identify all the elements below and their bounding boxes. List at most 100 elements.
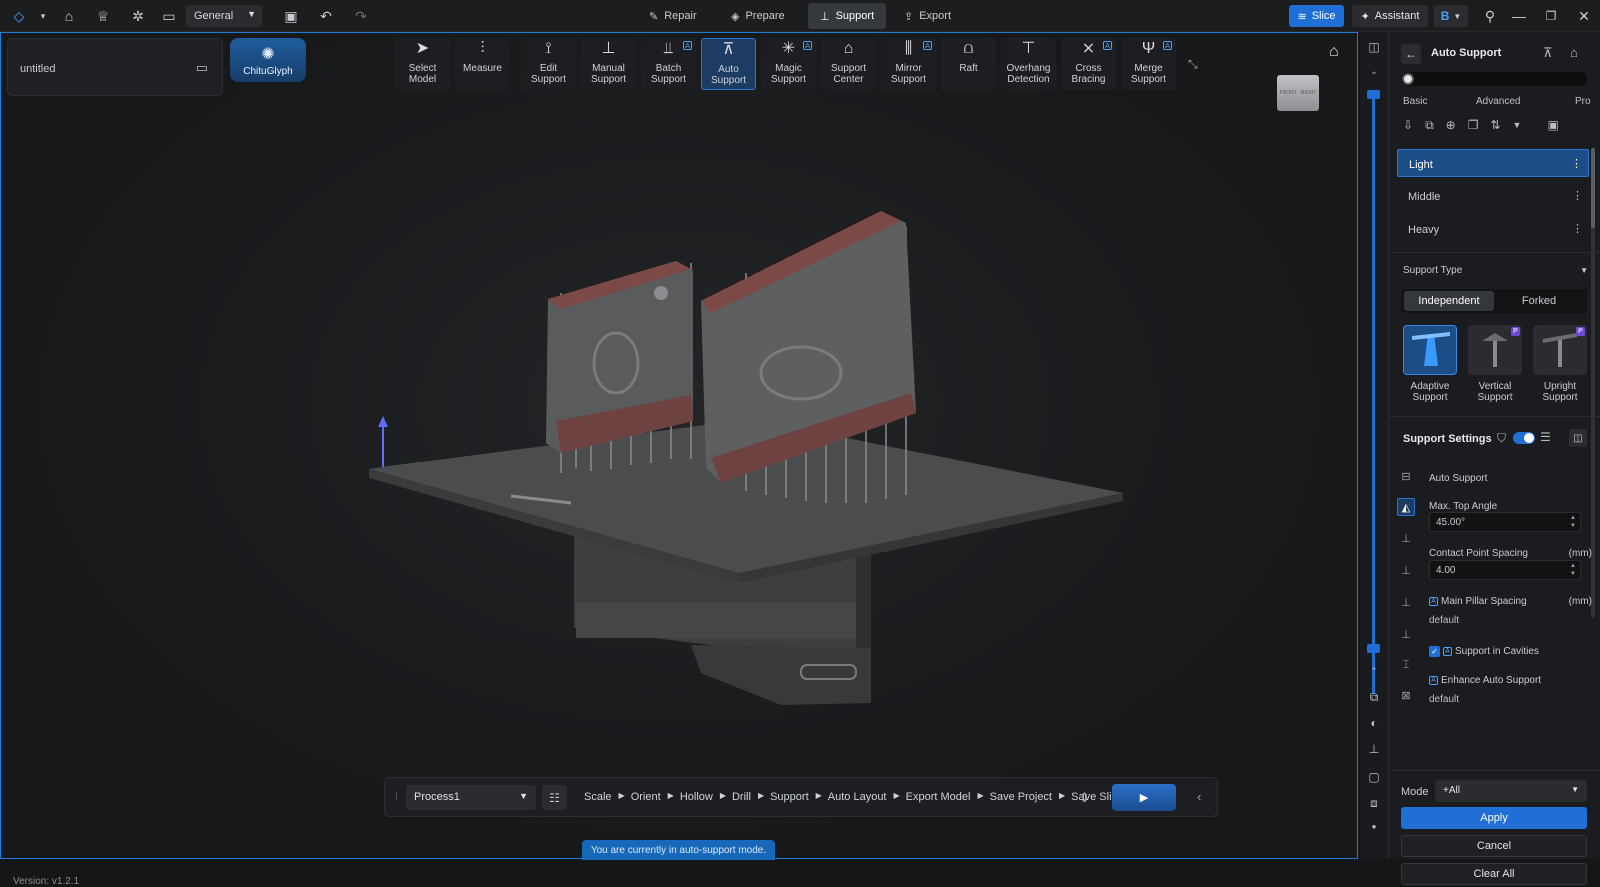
model-scene[interactable]: [361, 173, 1161, 713]
merge-support-tool[interactable]: A Ψ Merge Support: [1121, 38, 1176, 90]
cancel-button[interactable]: Cancel: [1401, 835, 1587, 857]
home-icon[interactable]: ⌂: [58, 5, 80, 27]
list-icon[interactable]: ☰: [1540, 430, 1551, 444]
base-section-icon[interactable]: ⊥: [1397, 594, 1415, 612]
process-settings-button[interactable]: ☷: [542, 785, 567, 810]
layer-slider-bottom-handle[interactable]: [1367, 644, 1380, 653]
chevron-down-icon[interactable]: ▼: [1580, 266, 1588, 275]
step-save-project[interactable]: Save Project: [990, 791, 1052, 803]
batch-support-tool[interactable]: A ⫫ Batch Support: [641, 38, 696, 90]
view-cube[interactable]: FRONT RIGHT: [1277, 75, 1319, 111]
frame-icon[interactable]: ▢: [1366, 770, 1382, 784]
step-hollow[interactable]: Hollow: [680, 791, 713, 803]
enhance-value[interactable]: default: [1429, 694, 1459, 705]
upright-support-type[interactable]: P Upright Support: [1531, 325, 1589, 403]
monitor-icon[interactable]: ▭: [158, 5, 180, 27]
cavities-row[interactable]: ✓ A Support in Cavities: [1429, 646, 1539, 657]
angle-section-icon[interactable]: ◭: [1397, 498, 1415, 516]
level-slider[interactable]: [1401, 72, 1587, 86]
tab-prepare[interactable]: ◈ Prepare: [719, 3, 797, 29]
layer-slider-top-handle[interactable]: [1367, 90, 1380, 99]
scrollbar-thumb[interactable]: [1591, 148, 1595, 228]
collapse-toolbar-icon[interactable]: ⤡: [1188, 57, 1198, 72]
apply-button[interactable]: Apply: [1401, 807, 1587, 829]
measure-tool[interactable]: ⫶ Measure: [455, 38, 510, 90]
drag-handle-icon[interactable]: ⁞: [395, 792, 398, 803]
maximize-icon[interactable]: ❐: [1540, 5, 1562, 27]
level-slider-knob[interactable]: [1402, 73, 1414, 85]
copy-icon[interactable]: ⧉: [1425, 118, 1434, 133]
tab-support[interactable]: ⊥ Support: [808, 3, 887, 29]
3d-viewport[interactable]: untitled ▭ ✺ ChituGlyph ➤ Select Model ⫶ Me…: [0, 32, 1358, 887]
redo-icon[interactable]: ↷: [350, 5, 372, 27]
cross-bracing-tool[interactable]: A ⨯ Cross Bracing: [1061, 38, 1116, 90]
pillar-section-icon[interactable]: ⊥: [1397, 562, 1415, 580]
manual-support-tool[interactable]: ⊥ Manual Support: [581, 38, 636, 90]
filter-icon[interactable]: ⛉: [1497, 431, 1506, 446]
chevron-down-icon[interactable]: ⌄: [1366, 66, 1382, 77]
expand-vertical-icon[interactable]: ⇕: [1079, 790, 1090, 806]
max-top-angle-input[interactable]: 45.00° ▲ ▼: [1429, 512, 1581, 532]
run-process-button[interactable]: ▶: [1112, 784, 1176, 811]
back-button[interactable]: ←: [1401, 44, 1421, 64]
app-logo-icon[interactable]: ◇: [8, 5, 30, 27]
duplicate-icon[interactable]: ❐: [1468, 118, 1479, 133]
adaptive-support-type[interactable]: Adaptive Support: [1401, 325, 1459, 403]
settings-toggle[interactable]: [1513, 432, 1535, 444]
dot-icon[interactable]: ●: [1366, 822, 1382, 831]
tab-export[interactable]: ⇪ Export: [892, 3, 963, 29]
chevron-up-icon[interactable]: ⌃: [1366, 666, 1382, 677]
more-vertical-icon[interactable]: ⋮: [1571, 157, 1582, 170]
select-model-tool[interactable]: ➤ Select Model: [395, 38, 450, 90]
sort-icon[interactable]: ⇅: [1490, 118, 1500, 133]
profile-button[interactable]: B ▼: [1434, 5, 1468, 27]
support-type-title[interactable]: Support Type: [1403, 265, 1462, 276]
mirror-support-tool[interactable]: A ⫼ Mirror Support: [881, 38, 936, 90]
mode-select[interactable]: +All ▼: [1435, 780, 1587, 802]
save-icon[interactable]: ▣: [280, 5, 302, 27]
step-support[interactable]: Support: [770, 791, 809, 803]
raft-tool[interactable]: ⩍ Raft: [941, 38, 996, 90]
more-vertical-icon[interactable]: ⋮: [1572, 189, 1583, 202]
undo-icon[interactable]: ↶: [315, 5, 337, 27]
step-orient[interactable]: Orient: [631, 791, 661, 803]
home-outline-icon[interactable]: ⌂: [1570, 45, 1578, 60]
box-view-icon[interactable]: ⧉: [1366, 690, 1382, 705]
printer-settings-icon[interactable]: ♕: [92, 5, 114, 27]
preset-middle[interactable]: Middle ⋮: [1397, 182, 1589, 210]
bracing-section-icon[interactable]: ⌶: [1397, 656, 1415, 674]
edit-support-tool[interactable]: ⟟ Edit Support: [521, 38, 576, 90]
project-card[interactable]: untitled ▭: [7, 38, 223, 96]
more-chevron-icon[interactable]: ▼: [1513, 120, 1522, 133]
support-view-icon[interactable]: ⊥: [1366, 742, 1382, 756]
chevron-left-icon[interactable]: ‹: [1197, 789, 1201, 804]
split-view-icon[interactable]: ◫: [1366, 40, 1382, 54]
minimize-icon[interactable]: —: [1508, 5, 1530, 27]
panel-toggle-icon[interactable]: ▭: [196, 60, 208, 76]
layer-slider-track[interactable]: [1372, 94, 1375, 694]
step-auto-layout[interactable]: Auto Layout: [828, 791, 887, 803]
close-icon[interactable]: ✕: [1573, 5, 1595, 27]
forked-option[interactable]: Forked: [1494, 291, 1584, 311]
main-pillar-value[interactable]: default: [1429, 615, 1459, 626]
tab-repair[interactable]: ✎ Repair: [637, 3, 709, 29]
independent-option[interactable]: Independent: [1404, 291, 1494, 311]
logo-menu-chevron-icon[interactable]: ▾: [32, 5, 54, 27]
chituglyph-button[interactable]: ✺ ChituGlyph: [230, 38, 306, 82]
vertical-support-type[interactable]: P Vertical Support: [1466, 325, 1524, 403]
pin-icon[interactable]: ⚲: [1479, 5, 1501, 27]
raft-section-icon[interactable]: ⊥: [1397, 626, 1415, 644]
magic-support-tool[interactable]: A ✳ Magic Support: [761, 38, 816, 90]
step-scale[interactable]: Scale: [584, 791, 612, 803]
home-view-icon[interactable]: ⌂: [1329, 43, 1339, 61]
preset-heavy[interactable]: Heavy ⋮: [1397, 215, 1589, 243]
spinner-icon[interactable]: ▲ ▼: [1570, 562, 1576, 578]
save-preset-icon[interactable]: ▣: [1547, 118, 1558, 133]
assistant-button[interactable]: ✦ Assistant: [1352, 5, 1428, 27]
more-vertical-icon[interactable]: ⋮: [1572, 222, 1583, 235]
contact-section-icon[interactable]: ⊥: [1397, 530, 1415, 548]
step-drill[interactable]: Drill: [732, 791, 751, 803]
overhang-detection-tool[interactable]: ⊤ Overhang Detection: [1001, 38, 1056, 90]
step-export-model[interactable]: Export Model: [906, 791, 971, 803]
import-icon[interactable]: ⇩: [1403, 118, 1413, 133]
